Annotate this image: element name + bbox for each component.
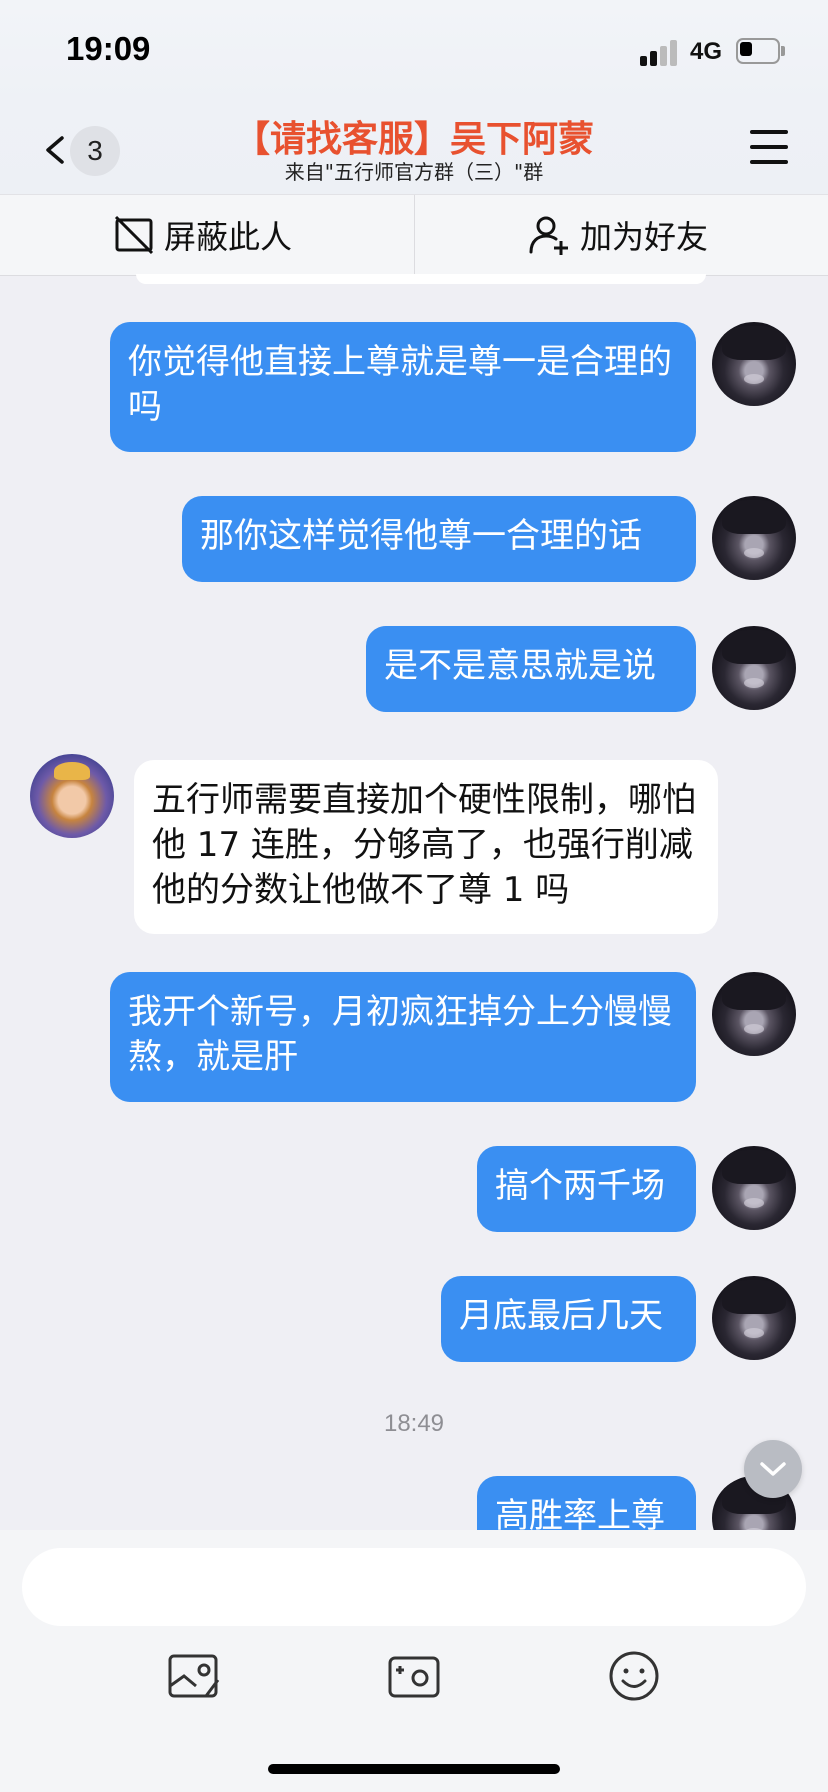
message-bubble-outgoing[interactable]: 月底最后几天 bbox=[441, 1276, 696, 1362]
avatar[interactable] bbox=[712, 322, 796, 406]
home-indicator[interactable] bbox=[268, 1764, 560, 1774]
avatar[interactable] bbox=[712, 972, 796, 1056]
message-timestamp: 18:49 bbox=[383, 1410, 445, 1437]
avatar[interactable] bbox=[712, 1146, 796, 1230]
avatar[interactable] bbox=[712, 496, 796, 580]
action-divider bbox=[414, 195, 415, 275]
avatar[interactable] bbox=[712, 626, 796, 710]
message-bubble-outgoing[interactable]: 搞个两千场 bbox=[477, 1146, 696, 1232]
message-bubble-outgoing[interactable]: 那你这样觉得他尊一合理的话 bbox=[182, 496, 696, 582]
message-bubble-outgoing[interactable]: 我开个新号，月初疯狂掉分上分慢慢熬，就是肝 bbox=[110, 972, 696, 1102]
hamburger-menu-icon[interactable] bbox=[750, 130, 788, 164]
add-friend-label: 加为好友 bbox=[580, 218, 709, 256]
input-area bbox=[0, 1530, 828, 1792]
network-type: 4G bbox=[690, 38, 723, 65]
chat-header: 3 【请找客服】吴下阿蒙 来自"五行师官方群（三）"群 bbox=[0, 104, 828, 194]
battery-icon bbox=[736, 38, 785, 64]
message-bubble-outgoing[interactable]: 是不是意思就是说 bbox=[366, 626, 696, 712]
chevron-down-icon bbox=[760, 1462, 786, 1476]
avatar[interactable] bbox=[30, 754, 114, 838]
message-bubble-outgoing[interactable]: 高胜率上尊 bbox=[477, 1476, 696, 1530]
message-input[interactable] bbox=[22, 1548, 806, 1626]
block-user-label: 屏蔽此人 bbox=[164, 218, 293, 256]
camera-icon[interactable] bbox=[386, 1648, 442, 1704]
avatar[interactable] bbox=[712, 1276, 796, 1360]
add-user-icon bbox=[529, 216, 568, 255]
message-bubble-incoming[interactable]: 五行师需要直接加个硬性限制，哪怕他 17 连胜，分够高了，也强行削减他的分数让他… bbox=[134, 760, 718, 934]
previous-message-bubble bbox=[136, 274, 706, 284]
block-user-button[interactable]: 屏蔽此人 bbox=[112, 195, 292, 275]
action-bar: 屏蔽此人 加为好友 bbox=[0, 194, 828, 276]
emoji-icon[interactable] bbox=[606, 1648, 662, 1704]
scroll-to-bottom-button[interactable] bbox=[744, 1440, 802, 1498]
add-friend-button[interactable]: 加为好友 bbox=[528, 195, 708, 275]
page-title: 【请找客服】吴下阿蒙 bbox=[233, 119, 594, 160]
image-icon[interactable] bbox=[166, 1648, 222, 1704]
page-subtitle: 来自"五行师官方群（三）"群 bbox=[284, 160, 544, 184]
message-bubble-outgoing[interactable]: 你觉得他直接上尊就是尊一是合理的吗 bbox=[110, 322, 696, 452]
status-time: 19:09 bbox=[66, 30, 151, 67]
chat-message-list[interactable]: 你觉得他直接上尊就是尊一是合理的吗 那你这样觉得他尊一合理的话 是不是意思就是说… bbox=[0, 274, 828, 1530]
status-bar: 19:09 4G bbox=[0, 0, 828, 104]
signal-icon bbox=[640, 40, 680, 66]
block-user-icon bbox=[114, 215, 154, 255]
